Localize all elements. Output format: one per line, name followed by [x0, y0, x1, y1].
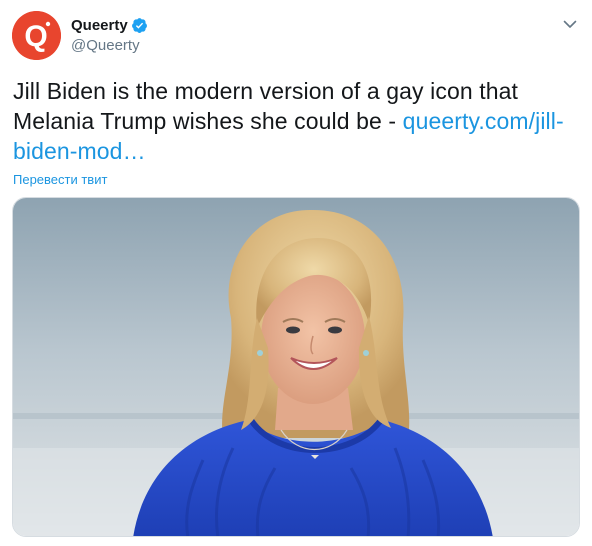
account-handle[interactable]: @Queerty	[71, 37, 148, 54]
chevron-down-icon[interactable]	[562, 16, 578, 32]
queerty-logo-icon: Q	[12, 11, 61, 60]
tweet-text: Jill Biden is the modern version of a ga…	[13, 76, 579, 166]
verified-badge-icon	[131, 17, 148, 34]
photo-of-smiling-woman-in-blue-sweater-icon	[13, 198, 579, 536]
tweet-media-photo[interactable]	[12, 197, 580, 537]
translate-tweet-link[interactable]: Перевести твит	[13, 172, 107, 187]
avatar-letter: Q	[24, 20, 47, 53]
avatar[interactable]: Q	[12, 11, 61, 60]
author-block: Queerty @Queerty	[71, 15, 148, 54]
tweet-card: Q Queerty @Queerty Jill Biden is the mod…	[0, 0, 592, 546]
name-row: Queerty	[71, 15, 148, 35]
display-name[interactable]: Queerty	[71, 17, 128, 34]
